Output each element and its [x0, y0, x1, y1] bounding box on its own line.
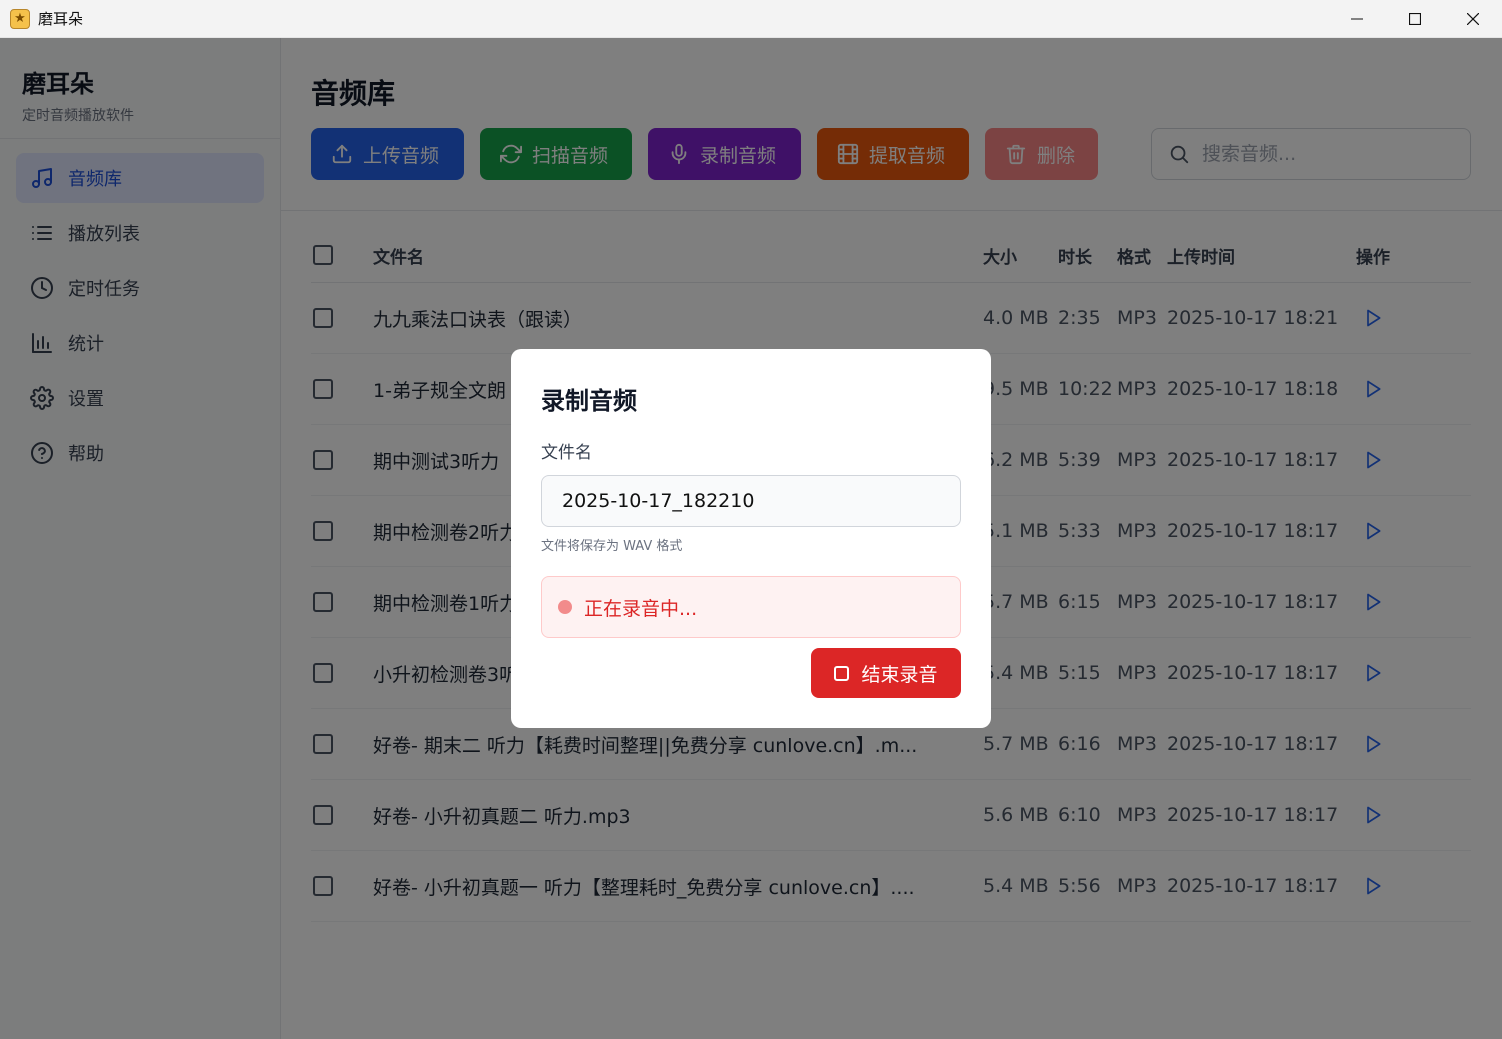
maximize-button[interactable]: [1386, 0, 1444, 38]
recording-status: 正在录音中...: [541, 576, 961, 638]
window-title: 磨耳朵: [38, 10, 84, 28]
recording-status-text: 正在录音中...: [584, 597, 698, 620]
dialog-title: 录制音频: [541, 387, 637, 415]
stop-square-icon: [834, 665, 850, 681]
maximize-icon: [1409, 12, 1421, 25]
filename-label: 文件名: [541, 443, 592, 463]
recording-dot-icon: [558, 600, 572, 614]
minimize-button[interactable]: [1328, 0, 1386, 38]
minimize-icon: [1351, 18, 1363, 19]
format-hint: 文件将保存为 WAV 格式: [541, 539, 683, 554]
stop-recording-label: 结束录音: [861, 663, 938, 686]
title-bar: ★ 磨耳朵: [0, 0, 1502, 38]
window-controls: [1328, 0, 1502, 38]
close-window-button[interactable]: [1444, 0, 1502, 38]
record-audio-dialog: 录制音频 文件名 文件将保存为 WAV 格式 正在录音中... 结束录音: [511, 349, 991, 728]
close-icon: [1467, 12, 1479, 25]
stop-recording-button[interactable]: 结束录音: [811, 648, 961, 698]
app-logo-icon: ★: [10, 8, 30, 29]
filename-input[interactable]: [541, 475, 961, 527]
